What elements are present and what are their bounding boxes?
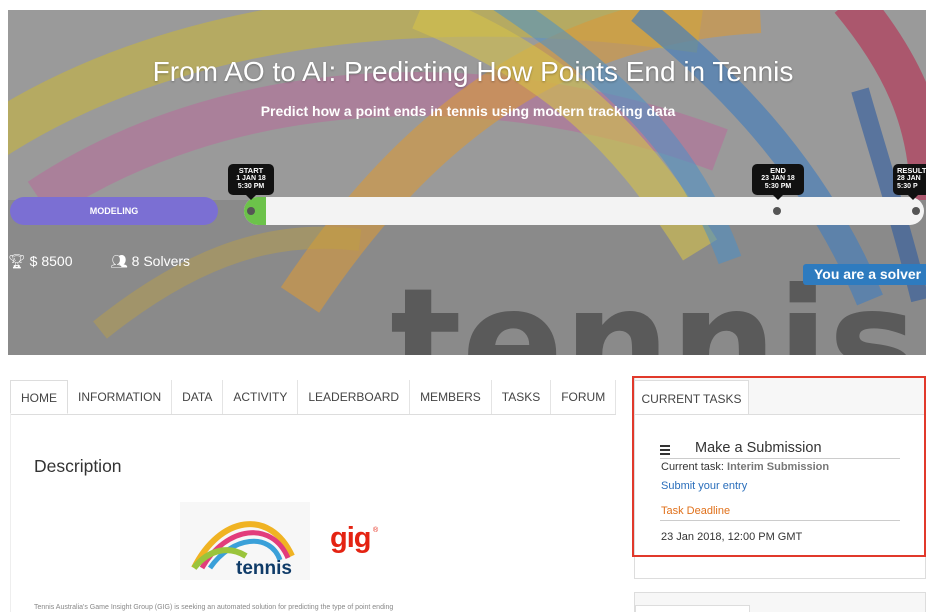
second-side-panel [634,592,926,612]
highlight-annotation-box [632,376,926,557]
users-icon: 👥︎ [110,253,128,269]
gig-logo: gig [330,522,371,554]
timeline-result-label: RESULT 28 JAN 5:30 P [893,164,926,200]
tab-forum[interactable]: FORUM [551,380,617,414]
hero-banner: tennis From AO to AI: Predicting How Poi… [0,0,926,355]
description-heading: Description [34,456,122,476]
content-area [10,414,612,612]
timeline-track [244,197,924,225]
solver-count: 👥︎ 8 Solvers [110,253,191,269]
top-strip [0,0,926,10]
competition-title: From AO to AI: Predicting How Points End… [152,56,794,87]
trophy-icon: 🏆︎ [8,253,26,269]
tab-tasks[interactable]: TASKS [491,380,552,414]
second-panel-tab[interactable] [635,605,750,612]
timeline-result-dot [912,207,920,215]
solver-status-badge: You are a solver [803,264,926,285]
tennis-logo: tennis [180,502,310,580]
prize-amount: 🏆︎ $ 8500 [8,253,73,269]
tab-leaderboard[interactable]: LEADERBOARD [298,380,411,414]
phase-pill: MODELING [10,197,218,225]
tab-information[interactable]: INFORMATION [68,380,173,414]
description-body: Tennis Australia's Game Insight Group (G… [34,604,394,611]
timeline-start-dot [247,207,255,215]
left-strip [0,0,8,355]
gig-registered-mark: ® [373,527,379,534]
timeline-end-dot [773,207,781,215]
competition-tabs: HOME INFORMATION DATA ACTIVITY LEADERBOARD ME… [10,380,617,415]
tab-activity[interactable]: ACTIVITY [223,380,299,414]
tennis-logo-text: tennis [236,558,292,579]
competition-subtitle: Predict how a point ends in tennis using… [260,103,676,119]
tab-home[interactable]: HOME [10,380,68,414]
tab-members[interactable]: MEMBERS [410,380,492,414]
tab-data[interactable]: DATA [172,380,224,414]
timeline-start-label: START 1 JAN 18 5:30 PM [228,164,274,200]
timeline-end-label: END 23 JAN 18 5:30 PM [752,164,804,200]
